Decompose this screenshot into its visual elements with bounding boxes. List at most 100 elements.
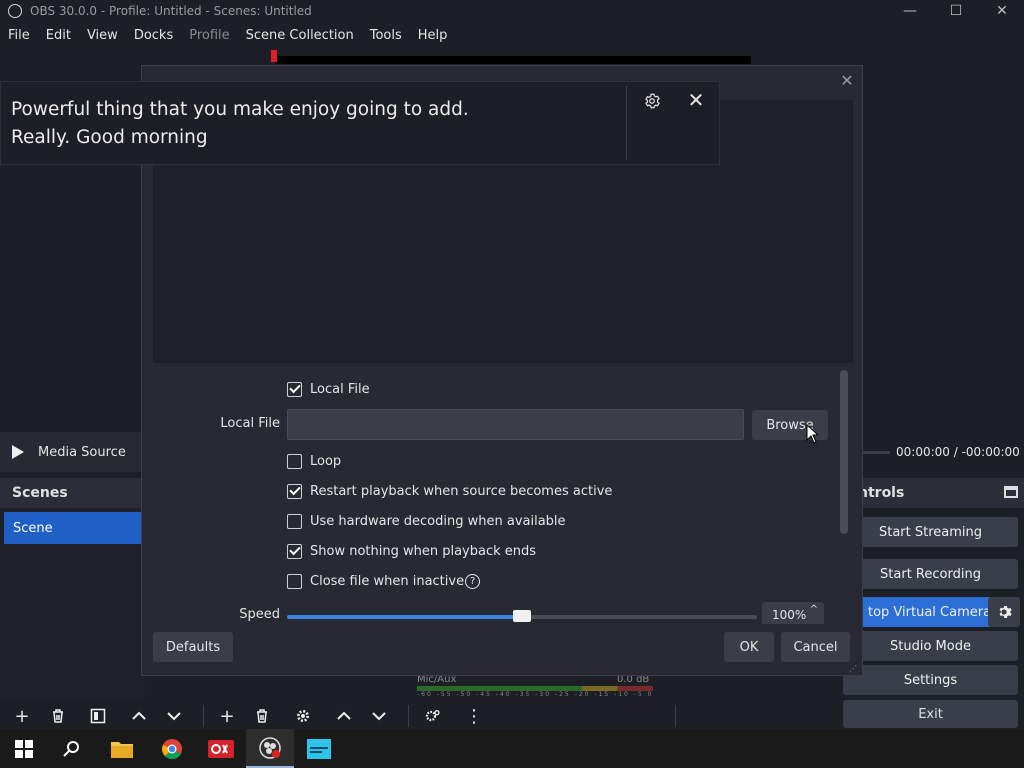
local-file-checkbox[interactable]	[287, 381, 302, 397]
local-file-label: Local File	[220, 416, 280, 431]
volume-meter-ticks: -60 -55 -50 -45 -40 -35 -30 -25 -20 -15 …	[417, 691, 653, 698]
hardware-decoding-label: Use hardware decoding when available	[310, 513, 566, 529]
show-nothing-checkbox-row[interactable]: Show nothing when playback ends	[287, 542, 536, 560]
scene-item[interactable]: Scene	[4, 512, 145, 544]
loop-label: Loop	[310, 453, 342, 469]
obs-icon[interactable]	[246, 729, 294, 768]
speed-slider-handle[interactable]	[513, 610, 531, 622]
remove-scene-icon[interactable]	[46, 704, 70, 728]
scene-up-icon[interactable]	[127, 704, 151, 728]
close-inactive-checkbox-row[interactable]: Close file when inactive ?	[287, 572, 481, 590]
notification-line-1: Powerful thing that you make enjoy going…	[11, 99, 469, 120]
show-nothing-checkbox[interactable]	[287, 543, 302, 559]
close-inactive-checkbox[interactable]	[287, 573, 302, 589]
scenes-header: Scenes	[0, 478, 145, 508]
window-title: OBS 30.0.0 - Profile: Untitled - Scenes:…	[30, 4, 312, 18]
start-recording-button[interactable]: Start Recording	[843, 559, 1018, 589]
virtual-camera-settings-button[interactable]	[988, 597, 1020, 627]
divider	[675, 705, 676, 727]
main-preview[interactable]	[275, 56, 751, 64]
notification-settings-button[interactable]	[640, 89, 664, 113]
source-up-icon[interactable]	[332, 704, 356, 728]
bottom-toolbar: + + ⋮	[0, 700, 1024, 730]
spin-up-icon[interactable]: ^	[810, 604, 818, 615]
speed-value: 100%	[772, 608, 807, 622]
notification-line-2: Really. Good morning	[11, 127, 208, 148]
hw-decoding-checkbox-row[interactable]: Use hardware decoding when available	[287, 512, 566, 530]
speed-label: Speed	[239, 607, 280, 622]
menu-view[interactable]: View	[79, 28, 126, 43]
title-bar: OBS 30.0.0 - Profile: Untitled - Scenes:…	[0, 0, 1024, 22]
remove-source-icon[interactable]	[250, 704, 274, 728]
notification-close-button[interactable]: ✕	[684, 88, 708, 112]
virtual-camera-button[interactable]: top Virtual Camera	[850, 597, 992, 627]
speed-slider-fill	[287, 615, 522, 619]
scene-filters-icon[interactable]	[86, 704, 110, 728]
maximize-button[interactable]: ☐	[933, 0, 979, 22]
defaults-button[interactable]: Defaults	[153, 632, 233, 662]
recorder-app-icon[interactable]	[197, 729, 245, 768]
local-file-path-input[interactable]	[287, 409, 744, 440]
restart-playback-checkbox[interactable]	[287, 483, 302, 499]
scenes-list: Scene	[0, 508, 145, 698]
add-source-icon[interactable]: +	[215, 704, 239, 728]
speed-spinbox[interactable]: 100% ^	[762, 602, 824, 624]
menu-help[interactable]: Help	[410, 28, 456, 43]
preview-marker	[271, 50, 277, 62]
windows-taskbar	[0, 729, 1024, 768]
menu-bar: File Edit View Docks Profile Scene Colle…	[0, 22, 1024, 48]
play-icon[interactable]	[12, 445, 24, 459]
start-streaming-button[interactable]: Start Streaming	[843, 517, 1018, 547]
ok-button[interactable]: OK	[724, 632, 774, 662]
audio-settings-icon[interactable]	[421, 704, 445, 728]
menu-profile[interactable]: Profile	[181, 28, 237, 43]
help-icon[interactable]: ?	[465, 573, 481, 589]
mouse-cursor-icon	[806, 424, 818, 444]
local-file-checkbox-row[interactable]: Local File	[287, 380, 370, 398]
gear-icon	[645, 93, 660, 109]
studio-mode-button[interactable]: Studio Mode	[843, 631, 1018, 661]
hardware-decoding-checkbox[interactable]	[287, 513, 302, 529]
divider	[408, 705, 409, 727]
notification-text: Powerful thing that you make enjoy going…	[11, 96, 611, 152]
gear-icon	[999, 606, 1012, 618]
minimize-button[interactable]: —	[887, 0, 933, 22]
show-nothing-label: Show nothing when playback ends	[310, 543, 537, 559]
menu-tools[interactable]: Tools	[362, 28, 410, 43]
loop-checkbox[interactable]	[287, 453, 302, 469]
dialog-close-button[interactable]: ✕	[837, 70, 857, 90]
properties-scrollbar[interactable]	[840, 370, 848, 534]
notes-app-icon[interactable]	[295, 729, 343, 768]
restart-checkbox-row[interactable]: Restart playback when source becomes act…	[287, 482, 612, 500]
source-down-icon[interactable]	[367, 704, 391, 728]
windows-start-icon[interactable]	[0, 729, 48, 768]
media-source-label: Media Source	[38, 444, 126, 460]
controls-title: ntrols	[858, 485, 905, 501]
media-time: 00:00:00 / -00:00:00	[862, 432, 1024, 472]
menu-docks[interactable]: Docks	[126, 28, 181, 43]
loop-checkbox-row[interactable]: Loop	[287, 452, 341, 470]
chrome-icon[interactable]	[148, 729, 196, 768]
media-seek-slider[interactable]	[862, 450, 890, 454]
scene-down-icon[interactable]	[162, 704, 186, 728]
speed-slider[interactable]	[287, 610, 757, 622]
settings-button[interactable]: Settings	[843, 665, 1018, 695]
menu-file[interactable]: File	[0, 28, 38, 43]
add-scene-icon[interactable]: +	[10, 704, 34, 728]
undock-icon[interactable]	[1004, 486, 1018, 498]
close-inactive-label: Close file when inactive	[310, 573, 465, 589]
close-window-button[interactable]: ✕	[979, 0, 1024, 22]
cancel-button[interactable]: Cancel	[781, 632, 850, 662]
menu-scene-collection[interactable]: Scene Collection	[238, 28, 362, 43]
audio-menu-icon[interactable]: ⋮	[462, 704, 486, 728]
menu-edit[interactable]: Edit	[38, 28, 79, 43]
obs-app-icon	[8, 4, 22, 18]
restart-playback-label: Restart playback when source becomes act…	[310, 483, 613, 499]
audio-meter: Mic/Aux 0.0 dB -60 -55 -50 -45 -40 -35 -…	[417, 674, 653, 698]
resize-grip-icon[interactable]: ⋰	[849, 664, 859, 674]
file-explorer-icon[interactable]	[98, 729, 146, 768]
search-icon[interactable]	[48, 729, 96, 768]
divider	[626, 86, 627, 160]
local-file-checkbox-label: Local File	[310, 381, 370, 397]
source-properties-icon[interactable]	[291, 704, 315, 728]
